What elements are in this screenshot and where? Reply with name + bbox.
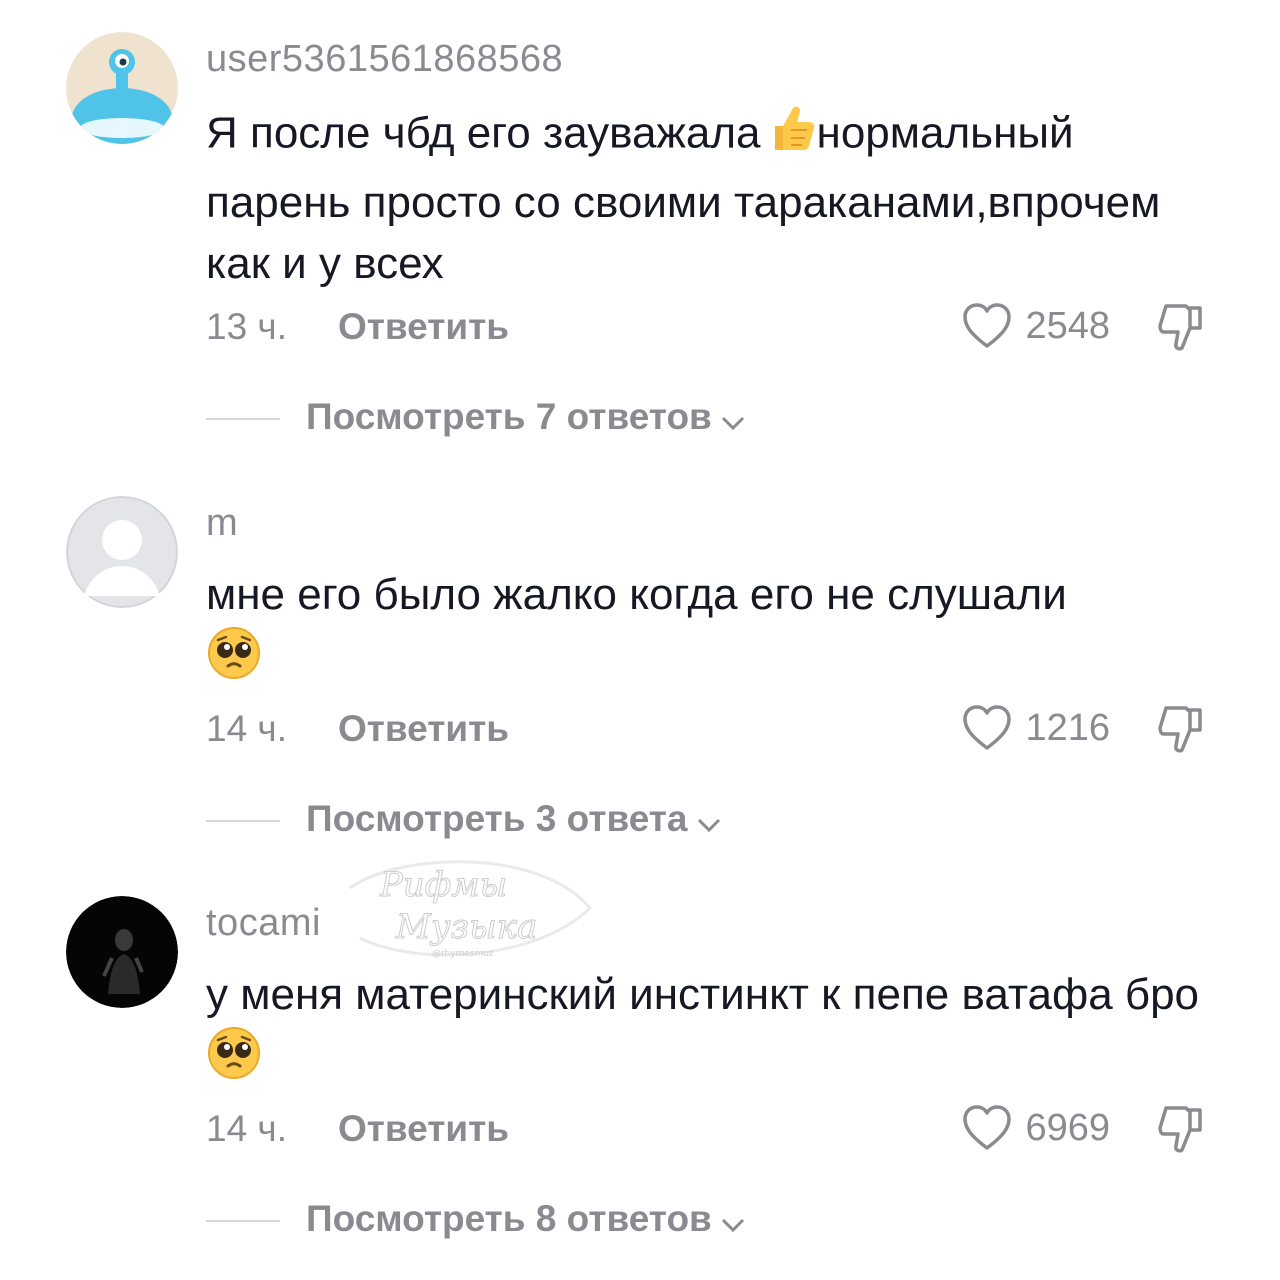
comment-actions: 14 ч. Ответить 1216 — [206, 705, 1210, 758]
heart-outline-icon — [963, 705, 1012, 750]
replies-divider — [206, 1220, 280, 1222]
thumbs-down-outline-icon — [1158, 304, 1202, 351]
watermark-logo: Рифмы Музыка @rhymesmuz — [340, 848, 600, 977]
comment-text-start: у меня материнский инстинкт к пепе ватаф… — [206, 970, 1200, 1019]
pleading-face-icon — [206, 625, 262, 697]
dislike-button[interactable] — [1154, 702, 1210, 759]
comment-time: 13 ч. — [206, 306, 287, 347]
watermark-handle: @rhymesmuz — [432, 949, 494, 959]
thumbs-down-outline-icon — [1158, 706, 1202, 753]
reply-button[interactable]: Ответить — [338, 306, 509, 348]
comment-actions: 14 ч. Ответить 6969 — [206, 1105, 1210, 1158]
heart-outline-icon — [963, 303, 1012, 348]
like-count: 2548 — [1025, 304, 1110, 347]
comment-text: у меня материнский инстинкт к пепе ватаф… — [206, 964, 1216, 1097]
comment-text-start: мне его было жалко когда его не слушали — [206, 570, 1067, 619]
replies-divider — [206, 418, 280, 420]
like-button[interactable]: 2548 — [961, 302, 1110, 350]
avatar[interactable] — [66, 896, 178, 1008]
chevron-down-icon — [720, 398, 746, 440]
watermark-line1: Рифмы — [379, 865, 507, 905]
like-button[interactable]: 1216 — [961, 704, 1110, 752]
view-replies-label: Посмотреть 7 ответов — [306, 396, 746, 440]
comment-time: 14 ч. — [206, 708, 287, 749]
view-replies-label: Посмотреть 3 ответа — [306, 798, 722, 842]
pleading-face-icon — [206, 1025, 262, 1097]
watermark-line2: Музыка — [395, 907, 537, 947]
avatar[interactable] — [66, 496, 178, 608]
dislike-button[interactable] — [1154, 1102, 1210, 1159]
comment-text: мне его было жалко когда его не слушали — [206, 564, 1216, 697]
avatar[interactable] — [66, 32, 178, 144]
like-count: 1216 — [1025, 706, 1110, 749]
replies-divider — [206, 820, 280, 822]
comment-time: 14 ч. — [206, 1108, 287, 1149]
comment-text: Я после чбд его зауважала нормальный паре… — [206, 100, 1216, 294]
reply-button[interactable]: Ответить — [338, 708, 509, 750]
heart-outline-icon — [963, 1105, 1012, 1150]
like-button[interactable]: 6969 — [961, 1104, 1110, 1152]
dislike-button[interactable] — [1154, 300, 1210, 357]
chevron-down-icon — [696, 800, 722, 842]
chevron-down-icon — [720, 1200, 746, 1242]
thumbs-down-outline-icon — [1158, 1106, 1202, 1153]
view-replies-label: Посмотреть 8 ответов — [306, 1198, 746, 1242]
reply-button[interactable]: Ответить — [338, 1108, 509, 1150]
username[interactable]: m — [206, 502, 238, 545]
comment-actions: 13 ч. Ответить 2548 — [206, 303, 1210, 356]
comment-text-start: Я после чбд его зауважала — [206, 108, 761, 158]
thumbs-up-icon — [761, 100, 817, 172]
username[interactable]: tocami — [206, 902, 321, 945]
like-count: 6969 — [1025, 1106, 1110, 1149]
username[interactable]: user5361561868568 — [206, 38, 563, 81]
